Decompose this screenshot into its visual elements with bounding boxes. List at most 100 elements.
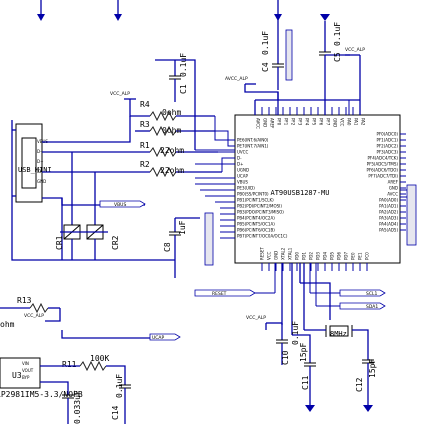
mcu-right-pin-label: PF2(ADC2) [376,144,398,149]
cr2-ref: CR2 [111,235,120,250]
mcu-right-pin-label: GND [389,186,398,191]
usb-ref: USB_MINI [18,166,52,174]
u3-pin-vout: VOUT [22,368,34,373]
c10-ref: C10 [281,350,290,365]
res-r3: R3 0ohm [135,120,215,137]
ground-arrow-c5 [320,14,330,30]
ground-c11-c12 [305,405,373,412]
mcu-left-pin-label: D+ [237,162,243,167]
schematic-svg: AVCC GND AREF PF0 PF1 PF2 PF3 PF4 PF5 PF6 PF7 GND VC… [0,0,417,424]
bus-left [204,212,214,266]
mcu-left-pin-label: VBUS [237,180,248,185]
res-r11: R11 100K [40,354,126,385]
c4-value: 0.1uF [261,31,270,55]
mcu-left-pin-label: PB1(PCINT1/SCLK) [237,198,274,203]
mcu-right-pin-label: PA3(AD3) [379,216,398,221]
mcu-left-pin-label: D- [237,156,242,161]
mcu-bottom-pin-label: PD1 [302,252,307,260]
mcu-left-pin-label: PB3(PDO/PCINT3/MISO) [237,210,284,215]
sda1-flag: SDA1 [366,304,378,310]
net-sda1: SDA1 [315,263,386,310]
net-scl1: SCL1 [309,263,386,297]
net-ucap-reg: UCAP [149,333,181,341]
r3-ref: R3 [140,120,150,129]
varistor-cr1: CR1 [55,224,81,260]
vcc-alp-bottom: VCC_ALP [246,315,266,321]
c1-value: 0.1uF [179,53,188,77]
c8-value: 1uF [178,220,187,235]
res-r2: R2 22ohm [130,160,222,178]
mcu-right-pin-label: PF3(ADC3) [376,150,398,155]
mcu-bottom-pin-label: PD6 [337,252,342,260]
power-vcc-reg: VCC_ALP [24,308,160,339]
mcu-left-pin-label: PB0(SS/PCINT0) [237,192,269,197]
mcu-left-pin-label: PB5(PCINT5/OC1A) [237,222,275,227]
mcu-bottom-pin-label: PD2 [309,252,314,260]
net-reset: RESET [194,263,276,297]
usb-pin-dm: D- [37,149,42,154]
u3-pin-vin: VIN [22,361,29,366]
mcu-left-pin-label: PB6(PCINT6/OC1B) [237,228,275,233]
mcu-top-pin-label: GND [333,118,338,127]
mcu-top-pin-label: VCC [340,118,345,127]
mcu-bottom-pin-label: PD4 [323,252,328,260]
mcu-left-pin-label: PE7(INT.7/AIN1) [237,144,269,149]
mcu-left-pins: PE6(INT.6/AIN0)PE7(INT.7/AIN1)UVCCD-D+UG… [237,138,288,239]
resistor-to-mcu-wires [195,116,235,239]
r1-ref: R1 [140,141,150,150]
r4-value: 0ohm [162,108,181,117]
c10-value: 0.1uF [291,321,300,345]
mcu-top-pin-label: PF4 [305,118,310,126]
mcu-top-pin-label: AREF [270,118,275,129]
cap-c10: C10 0.1uF [276,321,300,365]
vbus-flag-usb: VBUS [114,202,126,208]
net-vbus-usb: VBUS [99,200,146,208]
mcu-right-pin-label: PF7(ADC7/TDI) [368,174,398,179]
c12-ref: C12 [355,377,364,392]
power-vcc-c5: VCC_ALP [345,47,365,75]
mcu-left-pin-label: UGND [237,168,249,173]
c14-ref: C14 [111,405,120,420]
crystal: 8MHz [304,325,369,360]
r4-ref: R4 [140,100,150,109]
mcu-top-pin-label: PF7 [326,118,331,126]
mcu-right-pin-label: AREF [388,180,399,185]
mcu-right-pin-label: PF4(ADC4/TCK) [367,156,398,161]
mcu-bottom-pin-label: PD3 [316,252,321,260]
mcu-bottom-pin-label: PC0 [365,252,370,260]
ground-arrow-top-left [37,0,45,21]
res-r4: R4 0ohm [140,100,215,122]
usb-connector: USB_MINI VBUS D- D+ ID GND [15,123,52,203]
mcu-top-pin-label: PA1 [354,118,359,126]
c5-ref: C5 [333,52,342,62]
varistor-cr2: CR2 [86,224,120,260]
ucap-flag-reg: UCAP [152,335,165,341]
c4-ref: C4 [261,62,270,72]
mcu-left-pin-label: PE3(UID) [237,186,255,191]
c11-ref: C11 [301,375,310,390]
mcu-bottom-pin-label: PD0 [295,252,300,260]
mcu-bottom-pin-label: PE1 [358,252,363,260]
mcu-bottom-wires [281,263,331,335]
mcu-top-pin-label: PF2 [291,118,296,126]
mcu-top-pin-label: GND [263,118,268,127]
mcu-bottom-pin-label: PD5 [330,252,335,260]
c8-ref: C8 [163,242,172,252]
mcu-right-pin-label: PA1(AD1) [379,204,398,209]
mcu-value: AT90USB1287-MU [270,189,329,197]
schematic-canvas: AVCC GND AREF PF0 PF1 PF2 PF3 PF4 PF5 PF6 PF7 GND VC… [0,0,423,424]
mcu-bottom-pins: RESET VCC GND XTAL2 XTAL1 PD0 PD1 PD2 PD3 PD4 PD5 P… [260,247,370,271]
mcu-right-pin-label: PA0(AD0) [379,198,398,203]
power-vcc-bottom: VCC_ALP [246,315,282,330]
crystal-value: 8MHz [330,330,347,338]
mcu-right-pin-label: PF6(ADC6/TDO) [366,168,398,173]
cap-c4: C4 0.1uF [261,16,284,90]
r2-value: 22ohm [160,166,184,175]
r13-ref: R13 [17,296,32,305]
mcu-right-pin-label: PA4(AD4) [379,222,398,227]
mcu-left-pin-label: PE6(INT.6/AIN0) [237,138,269,143]
cap-c13: 0.033uF [40,381,82,424]
cap-c8: C8 1uF [163,217,200,278]
vcc-alp-c5: VCC_ALP [345,47,365,53]
mcu-top-pin-label: AVCC [256,118,261,129]
